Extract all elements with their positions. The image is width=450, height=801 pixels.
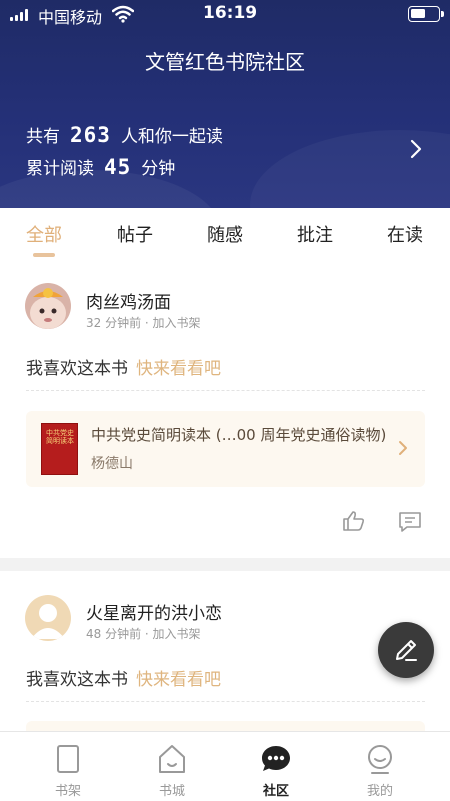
wifi-icon	[112, 5, 134, 23]
post-meta: 48 分钟前 · 加入书架	[86, 627, 201, 641]
reading-time-prefix: 累计阅读	[26, 159, 94, 179]
nav-bookstore[interactable]: 书城	[132, 732, 212, 801]
comment-icon[interactable]	[398, 511, 422, 533]
home-icon	[159, 745, 185, 773]
nav-label: 社区	[262, 784, 289, 799]
nav-label: 我的	[366, 784, 393, 799]
bottom-navigation: 书架 书城 社区 我的	[0, 731, 450, 801]
readers-stat[interactable]: 共有 263 人和你一起读	[26, 122, 223, 147]
profile-icon	[368, 745, 392, 774]
divider	[26, 701, 425, 702]
tab-all[interactable]: 全部	[26, 221, 62, 247]
post-text: 我喜欢这本书 快来看看吧	[26, 665, 221, 690]
readers-suffix: 人和你一起读	[120, 127, 223, 147]
nav-community[interactable]: 社区	[236, 732, 316, 801]
chevron-right-icon[interactable]	[410, 139, 422, 159]
nav-profile[interactable]: 我的	[340, 732, 420, 801]
avatar[interactable]	[25, 595, 71, 641]
reading-time-stat[interactable]: 累计阅读 45 分钟	[26, 154, 175, 179]
username[interactable]: 火星离开的洪小恋	[86, 599, 222, 624]
book-card[interactable]: 中共党史简明读本 中共党史简明读本 (…00 周年党史通俗读物) 杨德山	[26, 411, 425, 487]
nav-label: 书城	[158, 784, 185, 799]
like-icon[interactable]	[342, 510, 366, 532]
post-card: 肉丝鸡汤面 32 分钟前 · 加入书架 我喜欢这本书 快来看看吧 中共党史简明读本…	[0, 258, 450, 558]
signal-icon	[10, 9, 28, 21]
status-bar: 中国移动 16:19	[0, 0, 450, 30]
battery-icon	[408, 6, 444, 22]
post-text: 我喜欢这本书 快来看看吧	[26, 354, 221, 379]
post-link[interactable]: 快来看看吧	[136, 670, 221, 690]
nav-bookshelf[interactable]: 书架	[28, 732, 108, 801]
book-cover: 中共党史简明读本	[41, 423, 78, 475]
reading-time-value: 45	[104, 155, 132, 179]
book-title: 中共党史简明读本 (…00 周年党史通俗读物)	[91, 426, 387, 444]
reading-time-suffix: 分钟	[141, 159, 176, 179]
tab-thoughts[interactable]: 随感	[207, 221, 243, 247]
pencil-icon	[396, 640, 417, 661]
avatar[interactable]	[25, 283, 71, 329]
bookshelf-icon	[57, 745, 79, 773]
page-title: 文管红色书院社区	[145, 50, 305, 74]
post-link[interactable]: 快来看看吧	[136, 359, 221, 379]
post-body: 我喜欢这本书	[26, 670, 128, 690]
clock: 16:19	[203, 3, 258, 23]
tab-reading[interactable]: 在读	[387, 221, 423, 247]
username[interactable]: 肉丝鸡汤面	[86, 288, 171, 313]
write-post-button[interactable]	[378, 622, 434, 678]
readers-count: 263	[70, 123, 111, 147]
readers-prefix: 共有	[26, 127, 60, 147]
community-icon	[262, 746, 290, 771]
chevron-right-icon	[399, 441, 407, 455]
community-header: 中国移动 16:19 文管红色书院社区 共有 263 人和你一起读 累计阅读 4…	[0, 0, 450, 208]
nav-label: 书架	[54, 784, 81, 799]
active-tab-indicator	[33, 253, 55, 257]
tab-posts[interactable]: 帖子	[117, 221, 153, 247]
post-body: 我喜欢这本书	[26, 359, 128, 379]
carrier-label: 中国移动	[38, 8, 103, 27]
filter-tabs: 全部 帖子 随感 批注 在读	[0, 208, 450, 258]
divider	[26, 390, 425, 391]
post-meta: 32 分钟前 · 加入书架	[86, 316, 201, 330]
tab-annotations[interactable]: 批注	[297, 221, 333, 247]
book-author: 杨德山	[91, 456, 133, 472]
